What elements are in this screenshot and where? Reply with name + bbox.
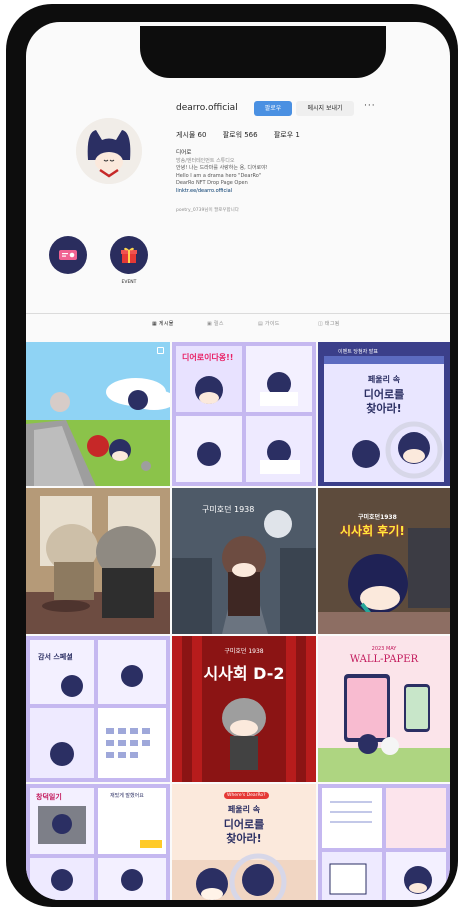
bio-line-3: DearRo NFT Drop Page Open (176, 180, 248, 187)
post-title: 창덕일기 (36, 793, 62, 801)
tabs-divider (26, 313, 450, 314)
profile-stats: 게시물 60 팔로워 566 팔로우 1 (176, 130, 314, 140)
post-title-line1: 페울리 속 (367, 375, 401, 384)
bio-line-1: 안녕! 나는 드라마를 사랑하는 용, 디어로야! (176, 165, 268, 172)
highlight-event[interactable]: EVENT (109, 236, 149, 286)
highlight-label (48, 280, 88, 286)
tag-icon: ◫ (318, 321, 325, 327)
post-tile[interactable]: 구미호던 1938 시사회 D-2 (172, 636, 316, 782)
followers-count[interactable]: 팔로워 566 (223, 131, 258, 139)
profile-avatar[interactable] (76, 118, 142, 184)
post-tile[interactable]: 감서 스페셜 (26, 636, 170, 782)
post-subtitle: 2023 MAY (371, 646, 397, 652)
post-header: 이벤트 당첨자 발표 (338, 349, 378, 355)
posts-count[interactable]: 게시물 60 (176, 131, 206, 139)
phone-notch (140, 26, 386, 78)
post-title-line3: 찾아라! (366, 402, 402, 415)
guide-icon: ▤ (258, 321, 265, 327)
tab-posts[interactable]: ▦ 게시물 (152, 320, 174, 327)
highlight-ticket[interactable] (48, 236, 88, 286)
post-tile[interactable]: 이벤트 당첨자 발표 페울리 속 디어로를 찾아라! (318, 342, 450, 486)
post-title-line3: 찾아라! (226, 832, 262, 845)
gift-icon (110, 236, 148, 274)
post-title: WALL-PAPER (349, 654, 419, 665)
bio-link[interactable]: linktr.ee/dearro.official (176, 188, 436, 196)
post-subtitle: 구미호던1938 (358, 514, 397, 521)
following-count[interactable]: 팔로우 1 (274, 131, 300, 139)
followed-by-text[interactable]: poetry_0739님이 팔로우합니다 (176, 207, 239, 213)
post-tile[interactable]: 구미호던1938 시사회 후기! (318, 488, 450, 634)
multi-post-icon (157, 347, 164, 354)
reels-icon: ▣ (207, 321, 214, 327)
phone-frame: dearro.official 팔로우 메시지 보내기 ··· 게시물 60 팔… (6, 4, 458, 907)
tab-guide[interactable]: ▤ 가이드 (258, 320, 280, 327)
highlight-label: EVENT (121, 280, 137, 285)
post-tile[interactable]: 창덕일기 재밌게 말했어요 (26, 784, 170, 900)
instagram-screen: dearro.official 팔로우 메시지 보내기 ··· 게시물 60 팔… (26, 22, 450, 900)
post-title: 시사회 D-2 (203, 664, 285, 683)
follow-button[interactable]: 팔로우 (254, 101, 292, 116)
post-subtitle: 재밌게 말했어요 (110, 793, 144, 799)
post-subtitle: Where's DearRo? (224, 792, 269, 799)
post-title: 디어로이다옹!! (182, 353, 234, 362)
post-tile[interactable]: 구미호던 1938 (172, 488, 316, 634)
more-icon[interactable]: ··· (364, 101, 376, 111)
post-tile[interactable] (26, 488, 170, 634)
post-title: 시사회 후기! (340, 524, 405, 538)
post-title: 구미호던 1938 (202, 505, 255, 514)
post-tile[interactable]: 디어로이다옹!! (172, 342, 316, 486)
post-tile[interactable]: Where's DearRo? 페울리 속 디어로를 찾아라! (172, 784, 316, 900)
ticket-icon (49, 236, 87, 274)
bio-name: 디어로 (176, 150, 192, 156)
bio-line-2: Hello I am a drama hero "DearRo" (176, 172, 262, 179)
post-tile[interactable] (318, 784, 450, 900)
post-tile[interactable]: 2023 MAY WALL-PAPER (318, 636, 450, 782)
grid-icon: ▦ (152, 321, 159, 327)
profile-username: dearro.official (176, 103, 238, 113)
tab-tagged[interactable]: ◫ 태그됨 (318, 320, 340, 327)
message-button[interactable]: 메시지 보내기 (296, 101, 354, 116)
profile-bio: 디어로 방송/엔터테인먼트 스튜디오 안녕! 나는 드라마를 사랑하는 용, 디… (176, 150, 436, 196)
post-title-line1: 페울리 속 (227, 805, 261, 814)
post-subtitle: 구미호던 1938 (224, 648, 264, 655)
tab-reels[interactable]: ▣ 릴스 (207, 320, 224, 327)
post-title: 감서 스페셜 (38, 653, 73, 661)
post-tile[interactable] (26, 342, 170, 486)
